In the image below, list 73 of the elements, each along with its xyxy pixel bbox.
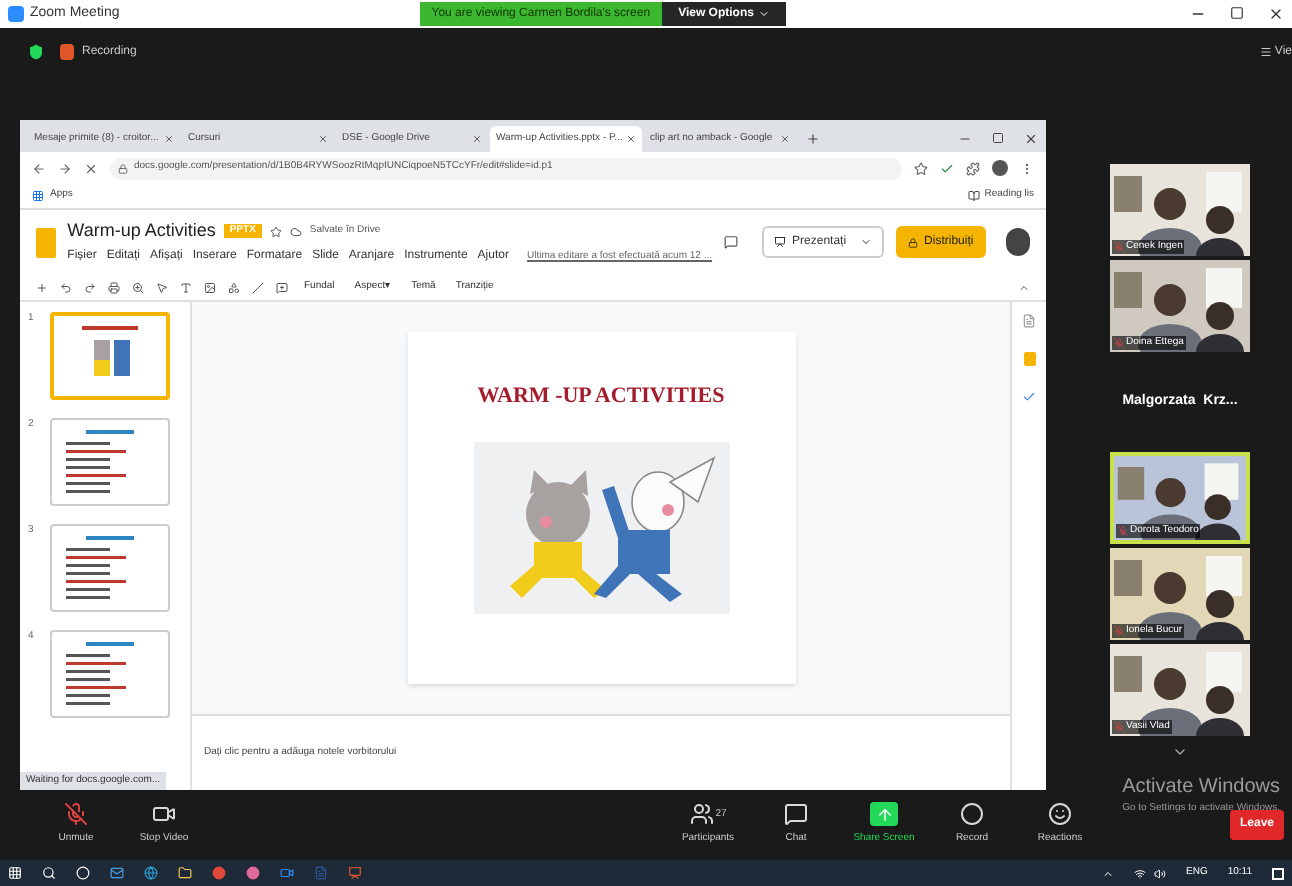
slide-title: WARM -UP ACTIVITIES (477, 382, 725, 412)
toolbar-icon[interactable] (84, 281, 96, 293)
comments-icon[interactable] (724, 234, 739, 250)
toolbar-icon[interactable] (252, 281, 264, 293)
new-tab-icon[interactable] (806, 132, 820, 146)
start-icon[interactable] (8, 866, 22, 880)
muted-microphone-icon (1118, 525, 1128, 536)
menu-icon (1260, 46, 1273, 58)
toolbar-icon[interactable] (204, 281, 216, 293)
muted-microphone-icon (1114, 337, 1124, 348)
toolbar-icon[interactable] (108, 281, 120, 293)
mail-icon[interactable] (110, 866, 124, 880)
toolbar-icon[interactable] (228, 281, 240, 293)
profile-avatar[interactable] (1005, 228, 1030, 256)
stop-loading-icon[interactable] (84, 161, 98, 175)
star-icon[interactable] (269, 225, 282, 237)
close-icon[interactable] (1268, 6, 1284, 22)
search-icon[interactable] (42, 866, 56, 880)
slides-icon[interactable] (348, 866, 362, 880)
profile-avatar[interactable] (992, 160, 1008, 176)
caret-icon (757, 8, 770, 20)
scroll-down-icon[interactable] (1172, 744, 1188, 760)
back-icon[interactable] (32, 161, 46, 175)
smiley-icon (1048, 802, 1072, 827)
lock-icon (908, 237, 919, 247)
cloud-icon[interactable] (289, 225, 302, 237)
slide-thumbnail[interactable] (50, 630, 170, 718)
people-icon (689, 802, 714, 827)
caret-icon (860, 236, 873, 248)
slide-thumbnail[interactable] (50, 524, 170, 612)
maximize-icon[interactable] (992, 132, 1004, 144)
menu-icon[interactable] (1020, 161, 1034, 175)
tray-icon[interactable] (1102, 867, 1114, 879)
slide-thumbnail[interactable] (50, 312, 170, 400)
slide-canvas[interactable]: WARM -UP ACTIVITIES (407, 332, 795, 684)
presentation-icon (774, 236, 787, 248)
muted-microphone-icon (1114, 721, 1124, 732)
browser-icon[interactable] (144, 866, 158, 880)
toolbar-icon[interactable] (180, 281, 192, 293)
tasks-icon[interactable] (1022, 390, 1036, 404)
folder-icon[interactable] (178, 866, 192, 880)
maximize-icon[interactable] (1230, 6, 1244, 20)
muted-microphone-icon (1114, 625, 1124, 636)
zoom-logo-icon (8, 6, 24, 22)
toolbar-icon[interactable] (36, 281, 48, 293)
notes-icon[interactable] (1022, 314, 1036, 328)
checkmark-icon[interactable] (940, 161, 954, 175)
muted-microphone-icon (1114, 241, 1124, 252)
chat-icon (784, 802, 808, 827)
toolbar-icon[interactable] (60, 281, 72, 293)
recording-icon (60, 44, 74, 60)
bookmark-star-icon[interactable] (914, 161, 928, 175)
video-camera-icon (152, 802, 176, 827)
volume-icon[interactable] (1154, 867, 1166, 879)
lock-icon (118, 163, 128, 173)
extensions-icon[interactable] (966, 161, 980, 175)
document-title[interactable]: Warm-up Activities (67, 217, 216, 245)
notifications-icon[interactable] (1272, 867, 1284, 879)
wifi-icon[interactable] (1134, 867, 1146, 879)
muted-microphone-icon (64, 802, 88, 827)
task-view-icon[interactable] (76, 866, 90, 880)
toolbar-icon[interactable] (132, 281, 144, 293)
reading-list-icon[interactable] (968, 190, 981, 202)
shield-icon[interactable] (28, 44, 44, 60)
apps-icon[interactable] (32, 190, 44, 202)
slide-thumbnail[interactable] (50, 418, 170, 506)
toolbar-icon[interactable] (156, 281, 168, 293)
toolbar-icon[interactable] (276, 281, 288, 293)
record-icon (960, 802, 984, 827)
activation-title: Activate Windows (1122, 773, 1280, 801)
forward-icon[interactable] (58, 161, 72, 175)
close-icon[interactable] (1024, 132, 1038, 146)
share-screen-icon (870, 802, 898, 827)
